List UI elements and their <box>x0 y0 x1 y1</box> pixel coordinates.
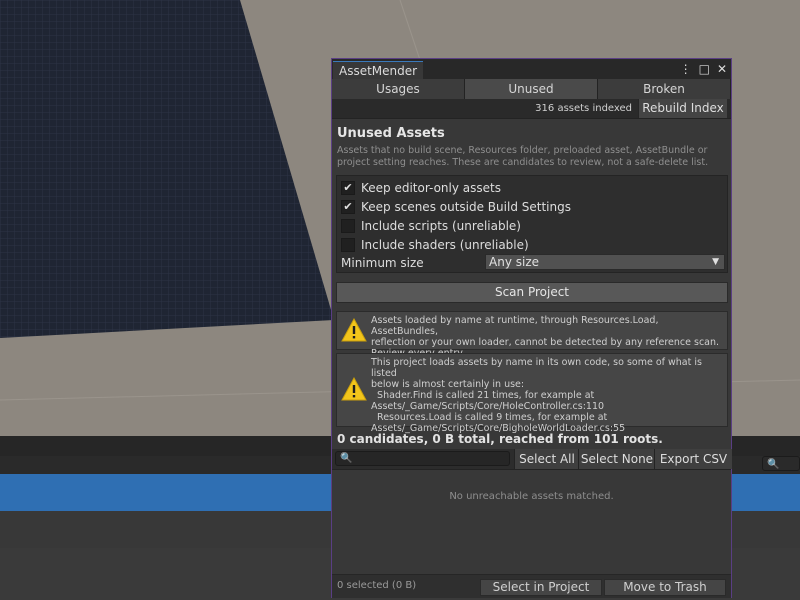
selected-count: 0 selected (0 B) <box>337 580 417 591</box>
warning-icon <box>341 318 367 342</box>
indexed-count: 316 assets indexed <box>535 103 632 114</box>
warning-icon <box>341 377 367 401</box>
window-tab[interactable]: AssetMender <box>333 61 424 79</box>
select-in-project-button[interactable]: Select in Project <box>480 579 602 596</box>
tab-usages[interactable]: Usages <box>332 79 465 99</box>
assetmender-window: AssetMender ⋮ □ ✕ Usages Unused Broken 3… <box>331 58 732 598</box>
search-icon: 🔍 <box>340 453 353 464</box>
section-heading: Unused Assets <box>337 126 445 141</box>
warning-box-project: This project loads assets by name in its… <box>336 353 728 434</box>
rebuild-index-button[interactable]: Rebuild Index <box>638 99 727 118</box>
option-label: Include shaders (unreliable) <box>361 238 529 252</box>
footer-bar: 0 selected (0 B) Select in Project Move … <box>332 574 731 598</box>
option-include-scripts[interactable]: Include scripts (unreliable) <box>341 218 521 234</box>
option-label: Keep scenes outside Build Settings <box>361 200 571 214</box>
maximize-icon[interactable]: □ <box>699 61 710 77</box>
close-icon[interactable]: ✕ <box>717 61 727 77</box>
ground-plane <box>0 0 334 338</box>
options-panel: ✔ Keep editor-only assets ✔ Keep scenes … <box>336 175 728 273</box>
tab-broken[interactable]: Broken <box>598 79 731 99</box>
section-description: Assets that no build scene, Resources fo… <box>337 145 709 168</box>
select-all-button[interactable]: Select All <box>514 449 579 469</box>
checkbox-checked-icon[interactable]: ✔ <box>341 181 355 195</box>
warning-text: This project loads assets by name in its… <box>371 357 702 434</box>
title-bar[interactable]: AssetMender ⋮ □ ✕ <box>332 59 731 79</box>
checkbox-unchecked-icon[interactable] <box>341 238 355 252</box>
scan-summary: 0 candidates, 0 B total, reached from 10… <box>337 432 663 446</box>
option-keep-editor-only[interactable]: ✔ Keep editor-only assets <box>341 180 501 196</box>
checkbox-unchecked-icon[interactable] <box>341 219 355 233</box>
option-keep-scenes[interactable]: ✔ Keep scenes outside Build Settings <box>341 199 571 215</box>
list-toolbar: 🔍 Select All Select None Export CSV <box>332 449 732 470</box>
option-include-shaders[interactable]: Include shaders (unreliable) <box>341 237 529 253</box>
option-label: Keep editor-only assets <box>361 181 501 195</box>
minimum-size-dropdown[interactable]: Any size ▼ <box>485 254 725 270</box>
search-input[interactable]: 🔍 <box>335 451 510 466</box>
index-toolbar: 316 assets indexed Rebuild Index <box>332 99 731 119</box>
minimum-size-label: Minimum size <box>341 256 424 270</box>
checkbox-checked-icon[interactable]: ✔ <box>341 200 355 214</box>
dropdown-value: Any size <box>489 255 539 269</box>
scan-project-button[interactable]: Scan Project <box>336 282 728 303</box>
export-csv-button[interactable]: Export CSV <box>654 449 732 469</box>
move-to-trash-button[interactable]: Move to Trash <box>604 579 726 596</box>
tab-unused[interactable]: Unused <box>465 79 598 99</box>
select-none-button[interactable]: Select None <box>578 449 655 469</box>
panel-search-icon[interactable]: 🔍 <box>762 456 800 471</box>
menu-icon[interactable]: ⋮ <box>680 61 692 77</box>
empty-list-message: No unreachable assets matched. <box>449 491 614 502</box>
tab-bar: Usages Unused Broken <box>332 79 731 99</box>
warning-box-runtime: Assets loaded by name at runtime, throug… <box>336 311 728 359</box>
option-label: Include scripts (unreliable) <box>361 219 521 233</box>
chevron-down-icon: ▼ <box>712 257 719 267</box>
